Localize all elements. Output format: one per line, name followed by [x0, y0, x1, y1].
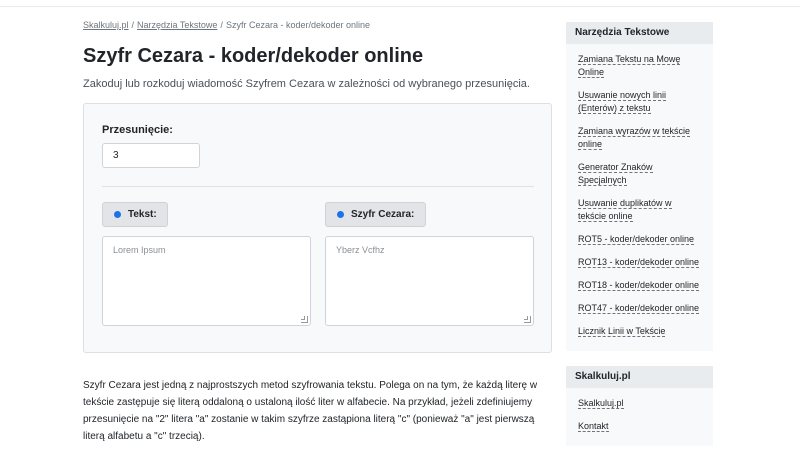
- site-widget: Skalkuluj.pl Skalkuluj.pl Kontakt: [566, 366, 713, 446]
- plain-text-placeholder: Lorem Ipsum: [113, 245, 166, 255]
- sidebar-link-rot47[interactable]: ROT47 - koder/dekoder online: [578, 302, 701, 315]
- sidebar: Narzędzia Tekstowe Zamiana Tekstu na Mow…: [566, 22, 713, 457]
- plain-text-label: Tekst:: [128, 209, 157, 220]
- description-paragraph: Szyfr Cezara jest jedną z najprostszych …: [83, 380, 538, 442]
- cipher-text-input[interactable]: Yberz Vcfhz: [325, 236, 534, 326]
- breadcrumb-separator: /: [220, 20, 223, 30]
- blue-dot-icon: [114, 211, 121, 218]
- sidebar-link-rot18[interactable]: ROT18 - koder/dekoder online: [578, 279, 701, 292]
- plain-text-label-pill: Tekst:: [102, 202, 168, 227]
- cipher-tool-card: Przesunięcie: Tekst: Szyfr Cezara: Lorem…: [83, 103, 552, 353]
- cipher-text-label-pill: Szyfr Cezara:: [325, 202, 426, 227]
- tools-widget: Narzędzia Tekstowe Zamiana Tekstu na Mow…: [566, 22, 713, 351]
- breadcrumb: Skalkuluj.pl / Narzędzia Tekstowe / Szyfr Ce…: [83, 18, 552, 32]
- sidebar-link-home[interactable]: Skalkuluj.pl: [578, 397, 701, 410]
- breadcrumb-separator: /: [131, 20, 135, 30]
- breadcrumb-current: Szyfr Cezara - koder/dekoder online: [225, 20, 371, 30]
- page-title: Szyfr Cezara - koder/dekoder online: [83, 45, 424, 67]
- top-divider: [0, 6, 800, 7]
- plain-text-input[interactable]: Lorem Ipsum: [102, 236, 311, 326]
- sidebar-link-remove-duplicates[interactable]: Usuwanie duplikatów w tekście online: [578, 197, 701, 223]
- sidebar-link-line-counter[interactable]: Licznik Linii w Tekście: [578, 325, 701, 338]
- blue-dot-icon: [337, 211, 344, 218]
- sidebar-link-tts[interactable]: Zamiana Tekstu na Mowę Online: [578, 53, 701, 79]
- sidebar-link-special-chars[interactable]: Generator Znaków Specjalnych: [578, 161, 701, 187]
- card-divider: [102, 186, 534, 187]
- sidebar-link-contact[interactable]: Kontakt: [578, 420, 701, 433]
- cipher-text-placeholder: Yberz Vcfhz: [336, 245, 385, 255]
- sidebar-link-rot13[interactable]: ROT13 - koder/dekoder online: [578, 256, 701, 269]
- resize-handle-icon[interactable]: [301, 316, 308, 323]
- sidebar-link-rot5[interactable]: ROT5 - koder/dekoder online: [578, 233, 701, 246]
- main-content: Skalkuluj.pl / Narzędzia Tekstowe / Szyfr Ce…: [83, 18, 552, 442]
- site-widget-title: Skalkuluj.pl: [566, 366, 713, 388]
- site-widget-links: Skalkuluj.pl Kontakt: [566, 388, 713, 446]
- breadcrumb-home-link[interactable]: Skalkuluj.pl: [83, 20, 129, 30]
- sidebar-link-replace-words[interactable]: Zamiana wyrazów w tekście online: [578, 125, 701, 151]
- shift-label: Przesunięcie:: [102, 124, 173, 136]
- cipher-text-label: Szyfr Cezara:: [351, 209, 415, 220]
- shift-input[interactable]: [102, 143, 200, 168]
- resize-handle-icon[interactable]: [524, 316, 531, 323]
- tools-widget-links: Zamiana Tekstu na Mowę Online Usuwanie n…: [566, 44, 713, 351]
- breadcrumb-section-link[interactable]: Narzędzia Tekstowe: [137, 20, 217, 30]
- page-subtitle: Zakoduj lub rozkoduj wiadomość Szyfrem C…: [83, 78, 530, 90]
- sidebar-link-remove-newlines[interactable]: Usuwanie nowych linii (Enterów) z tekstu: [578, 89, 701, 115]
- tools-widget-title: Narzędzia Tekstowe: [566, 22, 713, 44]
